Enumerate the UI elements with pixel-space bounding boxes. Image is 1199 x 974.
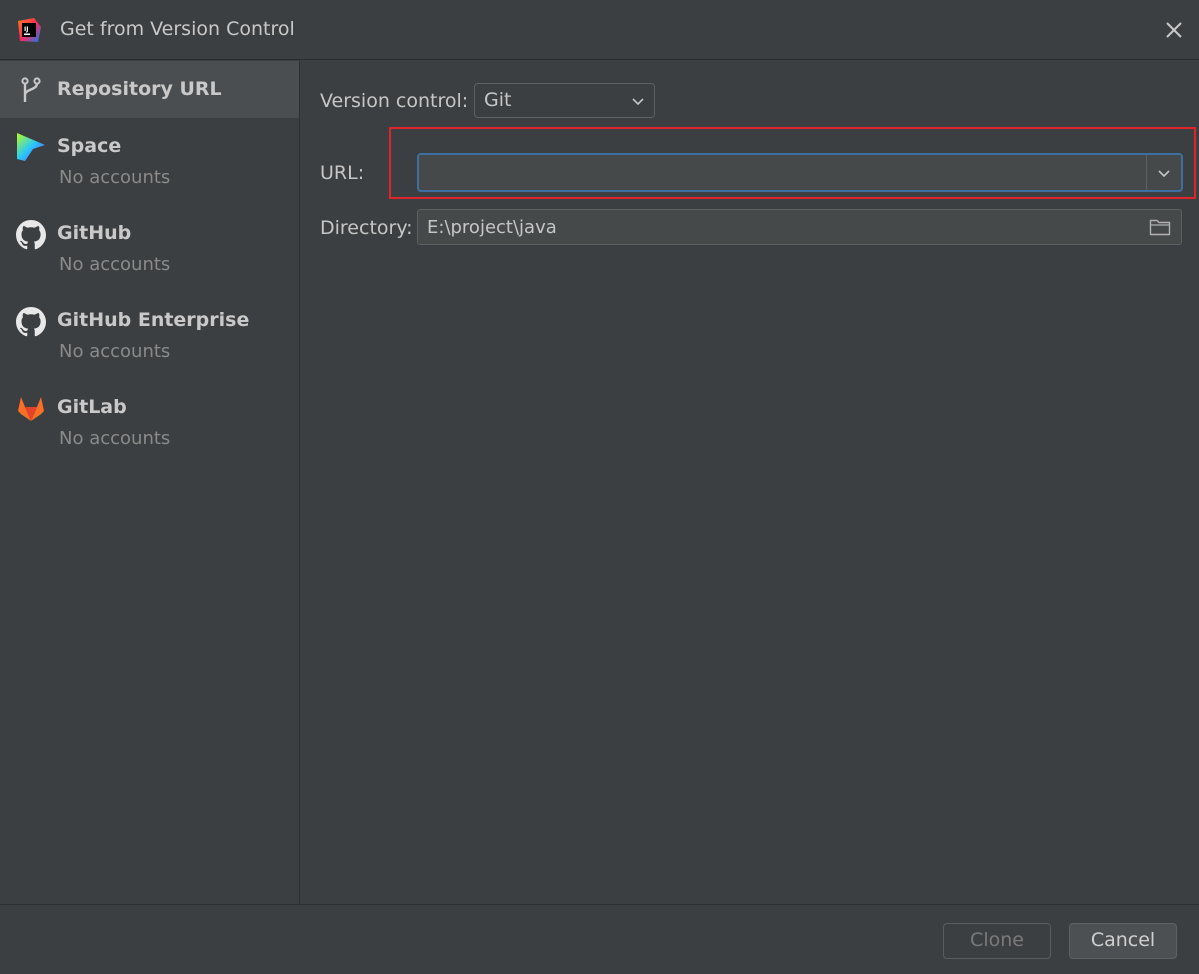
window-title: Get from Version Control bbox=[60, 18, 295, 40]
sidebar: Repository URL Space No accounts GitHub … bbox=[0, 61, 300, 904]
cancel-button[interactable]: Cancel bbox=[1069, 923, 1177, 959]
vcs-branch-icon bbox=[21, 77, 41, 102]
sidebar-item-label: GitHub Enterprise bbox=[57, 309, 250, 331]
folder-icon[interactable] bbox=[1149, 217, 1171, 237]
sidebar-item-sublabel: No accounts bbox=[59, 254, 171, 275]
url-field bbox=[417, 153, 1183, 192]
directory-label: Directory: bbox=[320, 217, 413, 239]
sidebar-item-github[interactable]: GitHub No accounts bbox=[0, 205, 299, 292]
title-bar: IJ Get from Version Control bbox=[0, 0, 1199, 60]
sidebar-item-sublabel: No accounts bbox=[59, 167, 171, 188]
url-label: URL: bbox=[320, 162, 365, 184]
space-logo-icon bbox=[17, 133, 45, 161]
url-input[interactable] bbox=[419, 155, 1147, 190]
directory-field bbox=[417, 209, 1182, 245]
close-icon[interactable] bbox=[1160, 16, 1188, 44]
dialog-footer: Clone Cancel bbox=[0, 904, 1199, 974]
version-control-select[interactable]: Git bbox=[474, 83, 655, 118]
github-icon bbox=[16, 307, 46, 337]
sidebar-item-repository-url[interactable]: Repository URL bbox=[0, 61, 299, 118]
gitlab-icon bbox=[18, 397, 44, 421]
sidebar-item-label: Space bbox=[57, 135, 122, 157]
version-control-label: Version control: bbox=[320, 90, 469, 112]
directory-input[interactable] bbox=[418, 210, 1138, 244]
sidebar-item-label: GitLab bbox=[57, 396, 127, 418]
main-panel: Version control: Git URL: Directory: bbox=[301, 61, 1199, 904]
svg-text:IJ: IJ bbox=[24, 26, 28, 33]
github-icon bbox=[16, 220, 46, 250]
sidebar-item-sublabel: No accounts bbox=[59, 428, 171, 449]
clone-button[interactable]: Clone bbox=[943, 923, 1051, 959]
sidebar-item-gitlab[interactable]: GitLab No accounts bbox=[0, 379, 299, 466]
sidebar-item-label: GitHub bbox=[57, 222, 132, 244]
chevron-down-icon bbox=[632, 98, 644, 106]
intellij-idea-icon: IJ bbox=[18, 18, 41, 42]
chevron-down-icon bbox=[1158, 170, 1170, 178]
sidebar-item-github-enterprise[interactable]: GitHub Enterprise No accounts bbox=[0, 292, 299, 379]
sidebar-item-label: Repository URL bbox=[57, 78, 222, 100]
version-control-value: Git bbox=[484, 89, 512, 111]
url-history-dropdown-button[interactable] bbox=[1146, 155, 1181, 190]
sidebar-item-sublabel: No accounts bbox=[59, 341, 171, 362]
sidebar-item-space[interactable]: Space No accounts bbox=[0, 118, 299, 205]
